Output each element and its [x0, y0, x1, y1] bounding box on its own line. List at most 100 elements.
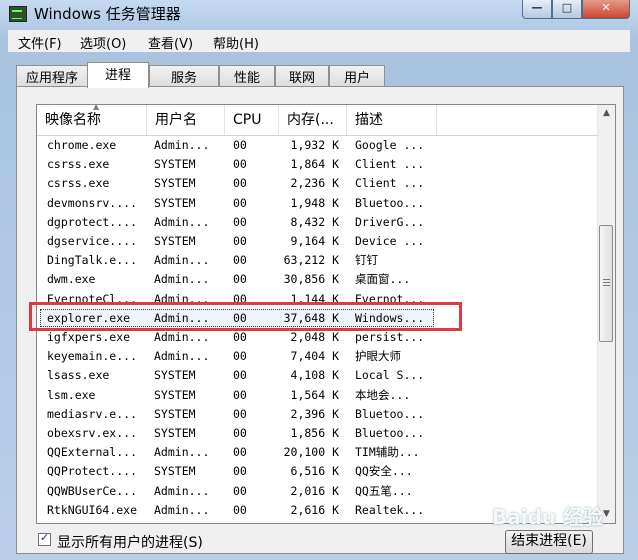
- caption-buttons: — □ ✕: [522, 0, 630, 20]
- process-cpu: 00: [233, 387, 247, 402]
- process-user: Admin...: [154, 253, 210, 268]
- process-user: Admin...: [154, 214, 210, 229]
- process-memory: 8,432 K: [290, 214, 339, 229]
- process-description: Client ...: [355, 176, 425, 191]
- table-row[interactable]: igfxpers.exe Admin... 00 2,048 K persist...: [37, 328, 597, 347]
- process-user: Admin...: [154, 291, 210, 306]
- process-user: SYSTEM: [154, 234, 196, 248]
- process-user: Admin...: [154, 349, 210, 364]
- process-user: SYSTEM: [154, 176, 196, 191]
- column-header-user-name[interactable]: 用户名: [147, 105, 225, 135]
- menu-view[interactable]: 查看(V): [148, 33, 193, 52]
- scroll-up-icon[interactable]: ▲: [598, 105, 615, 122]
- table-row[interactable]: mediasrv.e... SYSTEM 00 2,396 K Bluetoo...: [37, 405, 597, 424]
- process-list[interactable]: ▲ 映像名称 用户名 CPU 内存(... 描述 chrome.exe Admin…: [36, 104, 616, 524]
- end-process-button[interactable]: 结束进程(E): [505, 530, 593, 554]
- table-row[interactable]: csrss.exe SYSTEM 00 1,864 K Client ...: [37, 155, 597, 174]
- maximize-icon: □: [561, 1, 573, 14]
- tab-services[interactable]: 服务: [149, 65, 219, 87]
- process-cpu: 00: [233, 483, 247, 498]
- process-description: Evernot...: [355, 291, 425, 306]
- process-cpu: 00: [233, 445, 247, 460]
- process-cpu: 00: [233, 464, 247, 479]
- table-row[interactable]: EvernoteCl... Admin... 00 1,144 K Evernot...: [37, 290, 597, 309]
- table-row[interactable]: keyemain.e... Admin... 00 7,404 K 护眼大师: [37, 347, 597, 366]
- table-row[interactable]: obexsrv.ex... SYSTEM 00 1,856 K Bluetoo...: [37, 424, 597, 443]
- table-row[interactable]: QQProtect.... SYSTEM 00 6,516 K QQ安全...: [37, 462, 597, 481]
- table-row[interactable]: chrome.exe Admin... 00 1,932 K Google ...: [37, 136, 597, 155]
- tab-performance[interactable]: 性能: [219, 65, 275, 87]
- window-title: Windows 任务管理器: [34, 5, 181, 23]
- column-header-image-name[interactable]: ▲ 映像名称: [37, 105, 147, 135]
- table-row[interactable]: dwm.exe Admin... 00 30,856 K 桌面窗...: [37, 270, 597, 289]
- table-row[interactable]: DingTalk.e... Admin... 00 63,212 K 钉钉: [37, 251, 597, 270]
- process-cpu: 00: [233, 214, 247, 229]
- table-row[interactable]: csrss.exe SYSTEM 00 2,236 K Client ...: [37, 174, 597, 193]
- process-memory: 2,616 K: [290, 502, 339, 517]
- process-memory: 37,648 K: [283, 310, 339, 325]
- process-description: QQ五笔...: [355, 483, 413, 498]
- process-memory: 1,564 K: [290, 387, 339, 402]
- process-user: Admin...: [154, 445, 210, 460]
- table-row-selected[interactable]: explorer.exe Admin... 00 37,648 K Windows...: [37, 308, 597, 328]
- column-header-label: 映像名称: [45, 112, 101, 128]
- close-button[interactable]: ✕: [582, 0, 630, 19]
- process-name: csrss.exe: [47, 157, 110, 172]
- process-description: TIM辅助...: [355, 445, 420, 460]
- grip-line: [603, 285, 610, 286]
- table-row[interactable]: QQExternal... Admin... 00 20,100 K TIM辅助...: [37, 443, 597, 462]
- minimize-icon: —: [531, 1, 543, 14]
- process-user: SYSTEM: [154, 195, 196, 210]
- process-user: SYSTEM: [154, 387, 196, 402]
- process-name: dwm.exe: [47, 272, 96, 287]
- process-memory: 4,108 K: [290, 368, 339, 383]
- process-description: 本地会...: [355, 387, 411, 402]
- show-all-users-label: 显示所有用户的进程(S): [57, 535, 203, 551]
- table-row[interactable]: lsm.exe SYSTEM 00 1,564 K 本地会...: [37, 386, 597, 405]
- process-cpu: 00: [233, 234, 247, 248]
- process-memory: 1,856 K: [290, 426, 339, 440]
- grip-line: [603, 282, 610, 283]
- process-memory: 1,948 K: [290, 195, 339, 210]
- task-manager-app-icon: [9, 6, 27, 22]
- tab-networking[interactable]: 联网: [275, 65, 329, 87]
- vertical-scrollbar[interactable]: ▲ ▼: [597, 105, 615, 523]
- process-memory: 2,396 K: [290, 406, 339, 421]
- process-cpu: 00: [233, 330, 247, 344]
- process-memory: 1,144 K: [290, 291, 339, 306]
- table-row[interactable]: lsass.exe SYSTEM 00 4,108 K Local S...: [37, 366, 597, 385]
- process-memory: 6,516 K: [290, 464, 339, 479]
- process-memory: 63,212 K: [283, 253, 339, 268]
- process-name: lsass.exe: [47, 368, 110, 383]
- grip-line: [603, 279, 610, 280]
- title-bar[interactable]: Windows 任务管理器 — □ ✕: [0, 0, 638, 28]
- tab-applications[interactable]: 应用程序: [16, 65, 88, 87]
- tab-processes[interactable]: 进程: [87, 62, 149, 88]
- process-name: lsm.exe: [47, 387, 96, 402]
- menu-bar: 文件(F) 选项(O) 查看(V) 帮助(H): [8, 30, 630, 52]
- process-user: SYSTEM: [154, 464, 196, 479]
- maximize-button[interactable]: □: [552, 0, 582, 19]
- column-header-memory[interactable]: 内存(...: [279, 105, 347, 135]
- table-row[interactable]: dgprotect.... Admin... 00 8,432 K DriverG...: [37, 213, 597, 232]
- process-cpu: 00: [233, 291, 247, 306]
- menu-file[interactable]: 文件(F): [18, 33, 62, 52]
- process-user: SYSTEM: [154, 406, 196, 421]
- table-row[interactable]: QQWBUserCe... Admin... 00 2,016 K QQ五笔...: [37, 482, 597, 501]
- process-cpu: 00: [233, 253, 247, 268]
- table-row[interactable]: dgservice.... SYSTEM 00 9,164 K Device ...: [37, 232, 597, 251]
- menu-options[interactable]: 选项(O): [80, 33, 126, 52]
- scrollbar-thumb[interactable]: [599, 225, 613, 342]
- process-description: Bluetoo...: [355, 426, 425, 440]
- minimize-button[interactable]: —: [522, 0, 552, 19]
- process-name: igfxpers.exe: [47, 330, 131, 344]
- process-cpu: 00: [233, 349, 247, 364]
- tab-users[interactable]: 用户: [329, 65, 385, 87]
- process-memory: 1,932 K: [290, 138, 339, 152]
- table-row[interactable]: devmonsrv.... SYSTEM 00 1,948 K Bluetoo...: [37, 194, 597, 213]
- column-header-cpu[interactable]: CPU: [225, 105, 279, 135]
- menu-help[interactable]: 帮助(H): [213, 33, 259, 52]
- column-header-description[interactable]: 描述: [347, 105, 437, 135]
- process-name: keyemain.e...: [47, 349, 138, 364]
- show-all-users-checkbox[interactable]: [38, 531, 51, 546]
